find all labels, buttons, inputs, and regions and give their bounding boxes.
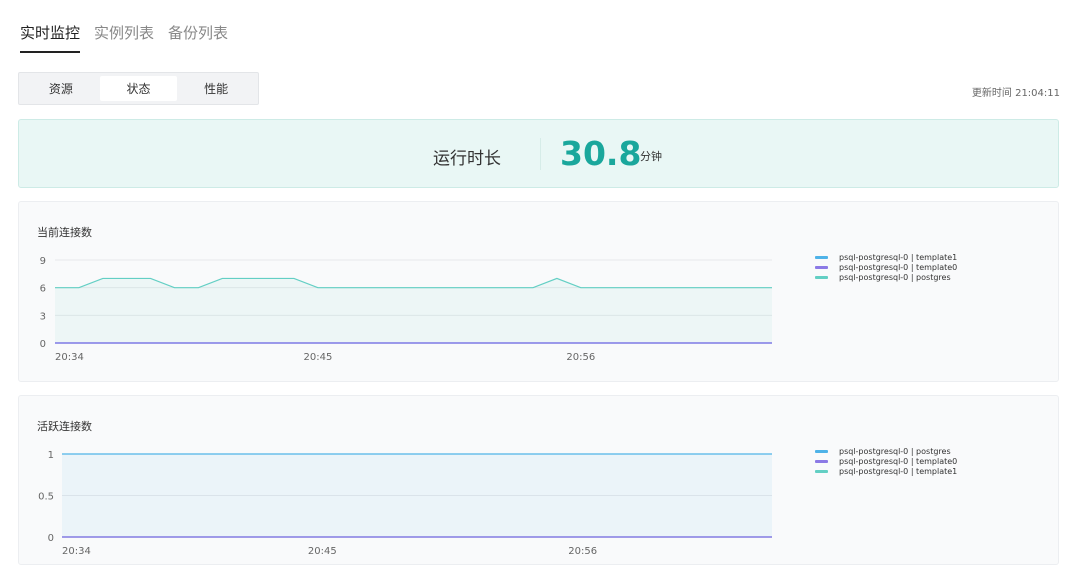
legend-item[interactable]: psql-postgresql-0 | postgres xyxy=(815,446,957,456)
uptime-panel: 运行时长 30.8 分钟 xyxy=(18,119,1059,188)
segment-control: 资源 状态 性能 xyxy=(18,72,259,105)
x-tick-label: 20:45 xyxy=(303,352,332,363)
legend-swatch xyxy=(815,275,828,279)
legend-swatch xyxy=(815,469,828,473)
y-tick-label: 6 xyxy=(40,284,46,295)
chart-legend: psql-postgresql-0 | template1 psql-postgr… xyxy=(815,252,957,282)
x-tick-label: 20:56 xyxy=(566,352,595,363)
legend-swatch xyxy=(815,459,828,463)
series-area xyxy=(62,454,772,537)
y-tick-label: 0 xyxy=(48,533,54,544)
legend-item[interactable]: psql-postgresql-0 | postgres xyxy=(815,272,957,282)
legend-label: psql-postgresql-0 | template0 xyxy=(839,262,958,272)
legend-swatch xyxy=(815,255,828,259)
tab-realtime-monitor[interactable]: 实时监控 xyxy=(20,22,81,53)
legend-label: psql-postgresql-0 | template1 xyxy=(839,466,958,476)
x-tick-label: 20:45 xyxy=(308,546,337,557)
active-connections-card: 活跃连接数 0 0.5 1 20:34 20:45 20:56 psql-postgres… xyxy=(18,395,1059,565)
segment-resources[interactable]: 资源 xyxy=(22,76,100,101)
legend-label: psql-postgresql-0 | template0 xyxy=(839,456,958,466)
top-tabs: 实时监控 实例列表 备份列表 xyxy=(20,22,228,53)
segment-status[interactable]: 状态 xyxy=(99,76,178,101)
tab-backup-list[interactable]: 备份列表 xyxy=(168,22,228,53)
x-tick-label: 20:34 xyxy=(62,546,91,557)
segment-performance[interactable]: 性能 xyxy=(177,76,255,101)
current-connections-chart: 0 3 6 9 20:34 20:45 20:56 xyxy=(40,256,772,363)
tab-instance-list[interactable]: 实例列表 xyxy=(94,22,154,53)
uptime-divider xyxy=(540,138,541,170)
current-connections-card: 当前连接数 0 3 6 9 20:34 20:45 20:56 psql-postgresq… xyxy=(18,201,1059,382)
y-tick-label: 3 xyxy=(40,311,46,322)
uptime-value: 30.8 xyxy=(560,134,642,173)
legend-label: psql-postgresql-0 | postgres xyxy=(839,446,951,456)
update-time: 更新时间 21:04:11 xyxy=(971,88,1060,99)
x-tick-label: 20:56 xyxy=(568,546,597,557)
legend-label: psql-postgresql-0 | postgres xyxy=(839,272,951,282)
legend-item[interactable]: psql-postgresql-0 | template0 xyxy=(815,456,957,466)
legend-swatch xyxy=(815,449,828,453)
y-tick-label: 9 xyxy=(40,256,46,267)
legend-item[interactable]: psql-postgresql-0 | template0 xyxy=(815,262,957,272)
chart-legend: psql-postgresql-0 | postgres psql-postgre… xyxy=(815,446,957,476)
uptime-unit: 分钟 xyxy=(640,150,662,163)
legend-swatch xyxy=(815,265,828,269)
x-tick-label: 20:34 xyxy=(55,352,84,363)
legend-label: psql-postgresql-0 | template1 xyxy=(839,252,958,262)
y-tick-label: 1 xyxy=(48,450,54,461)
active-connections-chart: 0 0.5 1 20:34 20:45 20:56 xyxy=(38,450,772,557)
legend-item[interactable]: psql-postgresql-0 | template1 xyxy=(815,252,957,262)
y-tick-label: 0 xyxy=(40,339,46,350)
legend-item[interactable]: psql-postgresql-0 | template1 xyxy=(815,466,957,476)
y-tick-label: 0.5 xyxy=(38,492,54,503)
uptime-label: 运行时长 xyxy=(433,149,501,169)
